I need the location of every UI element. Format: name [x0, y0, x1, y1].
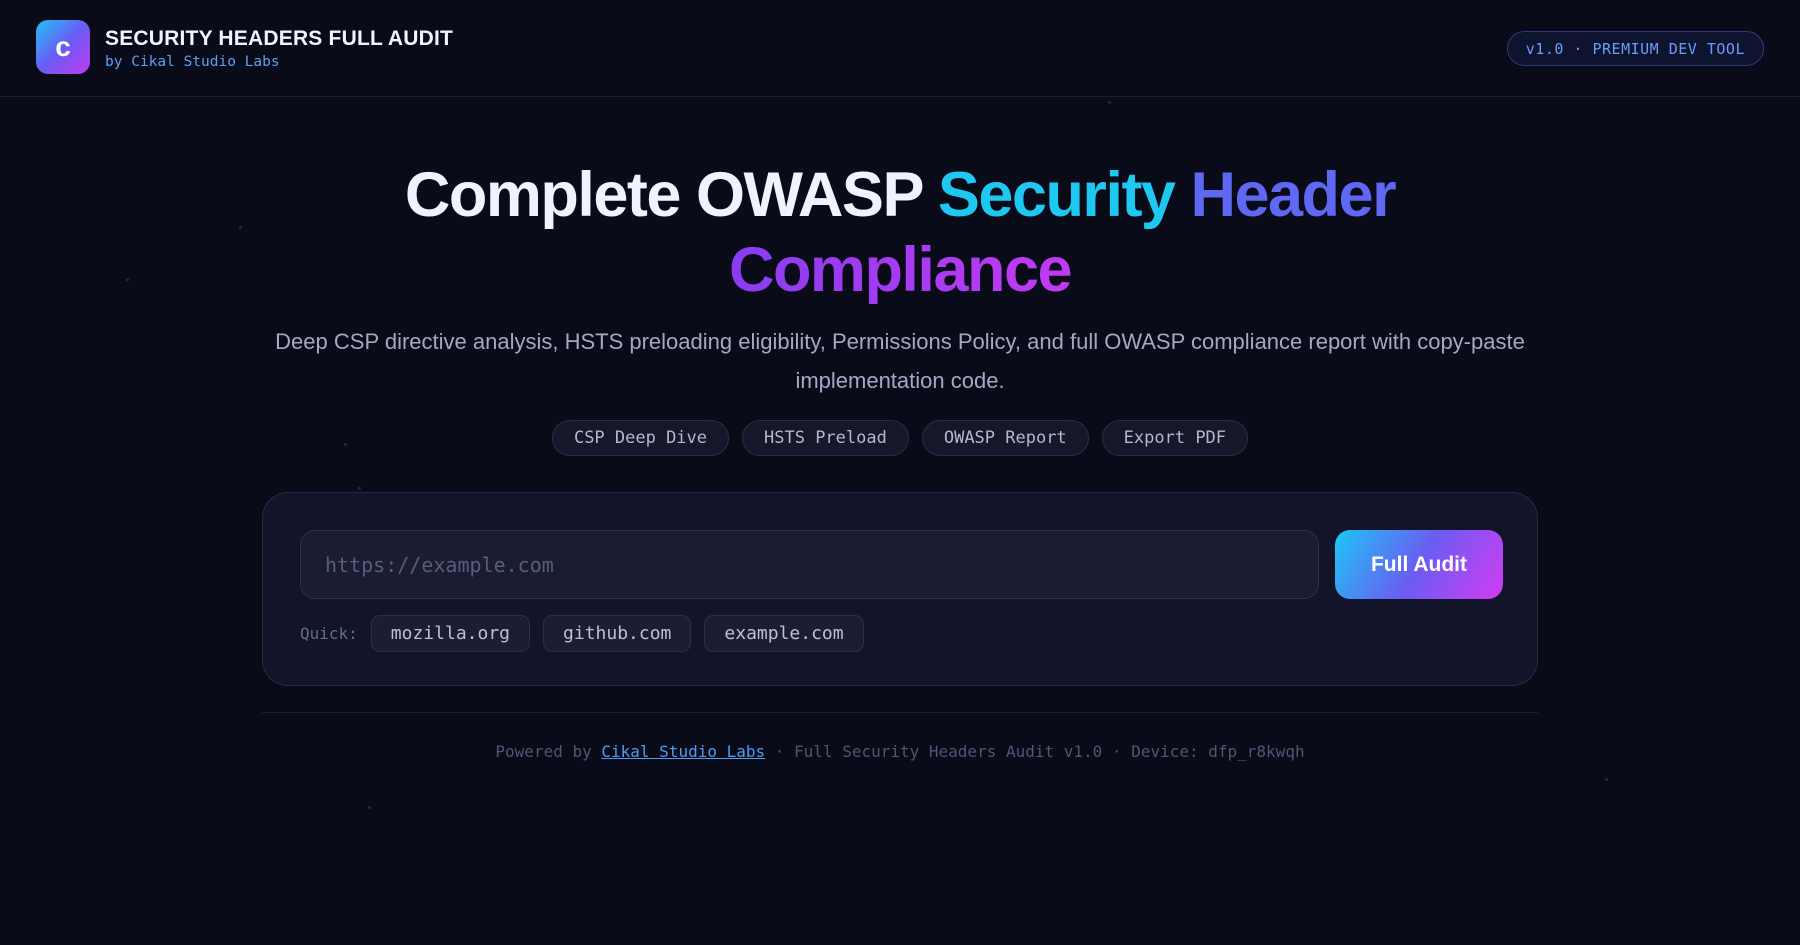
hero-description: Deep CSP directive analysis, HSTS preloa…: [275, 329, 1525, 393]
app-title: SECURITY HEADERS FULL AUDIT: [105, 27, 454, 50]
app-logo: c: [36, 20, 90, 74]
footer-link[interactable]: Cikal Studio Labs: [601, 742, 765, 761]
app-subtitle: by Cikal Studio Labs: [105, 54, 280, 70]
feature-chip: Export PDF: [1101, 420, 1249, 456]
quick-link-github[interactable]: github.com: [543, 615, 692, 652]
hero-title-highlight: Compliance: [728, 235, 1073, 305]
background-dot: [1605, 778, 1608, 781]
top-bar: c SECURITY HEADERS FULL AUDIT by Cikal S…: [0, 0, 1800, 97]
hero-title-highlight: Security: [937, 160, 1176, 230]
quick-links: Quick: mozilla.org github.com example.co…: [300, 615, 864, 652]
quick-link-mozilla[interactable]: mozilla.org: [370, 615, 531, 652]
footer-suffix: · Full Security Headers Audit v1.0 · Dev…: [765, 742, 1305, 761]
hero-title-highlight: Header: [1174, 160, 1396, 230]
quick-label: Quick:: [300, 624, 358, 643]
audit-card: Full Audit Quick: mozilla.org github.com…: [262, 492, 1538, 686]
feature-chip: HSTS Preload: [742, 420, 909, 456]
footer-divider: [262, 712, 1538, 713]
feature-chips: CSP Deep Dive HSTS Preload OWASP Report …: [0, 420, 1800, 456]
footer: Powered by Cikal Studio Labs · Full Secu…: [0, 742, 1800, 761]
background-dot: [358, 487, 361, 490]
hero-title: Complete OWASP Security Header Complianc…: [0, 158, 1800, 308]
url-input[interactable]: [300, 530, 1319, 599]
feature-chip: CSP Deep Dive: [551, 420, 730, 456]
footer-prefix: Powered by: [495, 742, 602, 761]
version-badge: v1.0 · PREMIUM DEV TOOL: [1506, 31, 1764, 66]
full-audit-button[interactable]: Full Audit: [1335, 530, 1503, 599]
background-dot: [368, 806, 371, 809]
quick-link-example[interactable]: example.com: [704, 615, 864, 652]
hero-title-part: Complete OWASP: [404, 160, 938, 230]
background-dot: [1108, 101, 1111, 104]
feature-chip: OWASP Report: [921, 420, 1089, 456]
